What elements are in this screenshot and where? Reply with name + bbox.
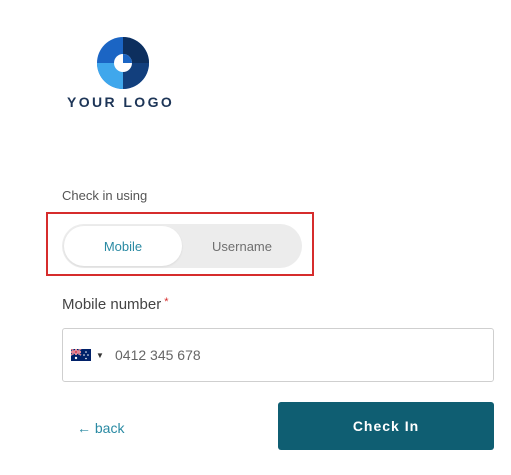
logo-mark-icon xyxy=(97,37,149,89)
logo-text: YOUR LOGO xyxy=(67,94,175,110)
phone-field: ▼ xyxy=(62,328,494,382)
checkin-method-label: Check in using xyxy=(62,188,148,203)
logo: YOUR LOGO xyxy=(62,36,182,116)
australia-flag-icon[interactable] xyxy=(71,349,91,361)
mobile-number-input[interactable] xyxy=(115,329,475,381)
toggle-option-username[interactable]: Username xyxy=(184,226,300,266)
country-dropdown-icon[interactable]: ▼ xyxy=(96,351,104,360)
mobile-number-label-text: Mobile number xyxy=(62,296,162,313)
required-marker: * xyxy=(164,296,169,308)
toggle-option-mobile[interactable]: Mobile xyxy=(64,226,182,266)
back-link[interactable]: ← back xyxy=(77,420,124,436)
mobile-number-label: Mobile number * xyxy=(62,296,169,313)
checkin-method-toggle: Mobile Username xyxy=(62,224,302,268)
check-in-button[interactable]: Check In xyxy=(278,402,494,450)
